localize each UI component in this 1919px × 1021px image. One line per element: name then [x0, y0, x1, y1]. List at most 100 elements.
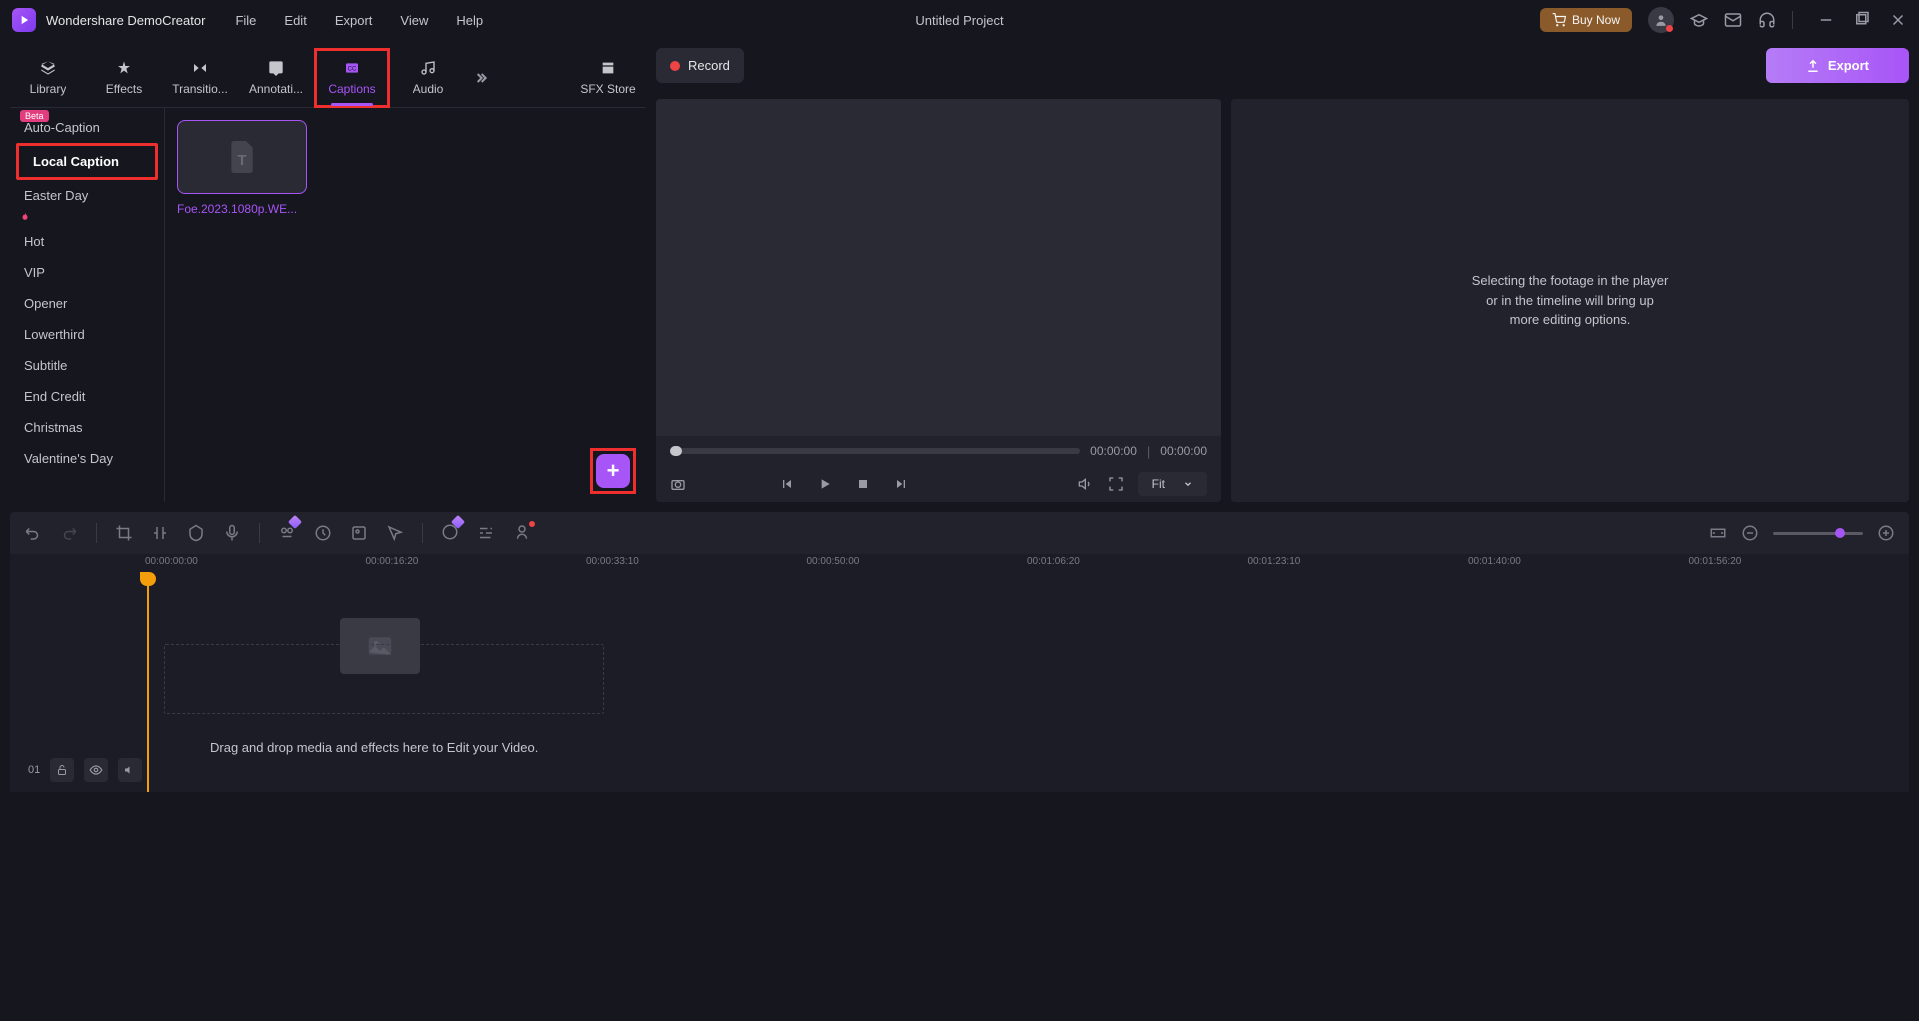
store-icon: [599, 60, 617, 76]
tab-effects[interactable]: Effects: [86, 48, 162, 108]
notification-dot-icon: [529, 521, 535, 527]
menu-view[interactable]: View: [400, 13, 428, 28]
volume-icon[interactable]: [1078, 476, 1094, 492]
mail-icon[interactable]: [1724, 11, 1742, 29]
lane-mute-button[interactable]: [118, 758, 142, 782]
scrub-track[interactable]: [670, 448, 1080, 454]
sidebar-item-christmas[interactable]: Christmas: [10, 412, 164, 443]
minimize-icon[interactable]: [1817, 11, 1835, 29]
chevron-right-double-icon: [473, 70, 489, 86]
unlock-icon: [56, 764, 68, 776]
titlebar: Wondershare DemoCreator File Edit Export…: [0, 0, 1919, 40]
separator: [1792, 11, 1793, 29]
speed-icon[interactable]: [314, 524, 332, 542]
menu-file[interactable]: File: [235, 13, 256, 28]
zoom-out-icon[interactable]: [1741, 524, 1759, 542]
lane-visibility-button[interactable]: [84, 758, 108, 782]
tabs-row: Library Effects Transitio... Annotati...…: [10, 48, 646, 108]
chevron-down-icon: [1183, 479, 1193, 489]
drop-zone[interactable]: [164, 644, 604, 714]
caption-item[interactable]: T: [177, 120, 307, 194]
user-avatar[interactable]: [1648, 7, 1674, 33]
next-frame-icon[interactable]: [893, 476, 909, 492]
tab-library[interactable]: Library: [10, 48, 86, 108]
sidebar-item-valentines[interactable]: Valentine's Day: [10, 443, 164, 474]
time-current: 00:00:00: [1090, 444, 1137, 458]
record-dot-icon: [670, 61, 680, 71]
timeline: 00:00:00:00 00:00:16:20 00:00:33:10 00:0…: [10, 512, 1909, 792]
video-preview: 00:00:00 | 00:00:00: [656, 99, 1221, 502]
timeline-tracks[interactable]: Drag and drop media and effects here to …: [10, 582, 1909, 792]
sidebar-item-opener[interactable]: Opener: [10, 288, 164, 319]
sidebar-item-easter-day[interactable]: Easter Day: [10, 180, 164, 211]
menu-help[interactable]: Help: [456, 13, 483, 28]
sidebar-item-subtitle[interactable]: Subtitle: [10, 350, 164, 381]
prev-frame-icon[interactable]: [779, 476, 795, 492]
app-title: Wondershare DemoCreator: [46, 13, 205, 28]
add-caption-button[interactable]: +: [596, 454, 630, 488]
timeline-ruler[interactable]: 00:00:00:00 00:00:16:20 00:00:33:10 00:0…: [10, 554, 1909, 582]
menu-export[interactable]: Export: [335, 13, 373, 28]
sidebar-item-local-caption[interactable]: Local Caption: [19, 146, 155, 177]
split-icon[interactable]: [151, 524, 169, 542]
menu-edit[interactable]: Edit: [284, 13, 306, 28]
speaker-icon: [124, 764, 136, 776]
fullscreen-icon[interactable]: [1108, 476, 1124, 492]
zoom-handle[interactable]: [1835, 528, 1845, 538]
close-icon[interactable]: [1889, 11, 1907, 29]
freeze-frame-icon[interactable]: [350, 524, 368, 542]
play-icon[interactable]: [817, 476, 833, 492]
tab-more[interactable]: [466, 70, 496, 86]
adjust-icon[interactable]: [477, 524, 495, 542]
tab-audio[interactable]: Audio: [390, 48, 466, 108]
fit-width-icon[interactable]: [1709, 524, 1727, 542]
redo-icon[interactable]: [60, 524, 78, 542]
stop-icon[interactable]: [855, 476, 871, 492]
maximize-icon[interactable]: [1853, 11, 1871, 29]
marker-icon[interactable]: [187, 524, 205, 542]
zoom-in-icon[interactable]: [1877, 524, 1895, 542]
time-total: 00:00:00: [1160, 444, 1207, 458]
tab-annotations[interactable]: Annotati...: [238, 48, 314, 108]
buy-now-button[interactable]: Buy Now: [1540, 8, 1632, 32]
annotations-icon: [267, 60, 285, 76]
inspector-placeholder: Selecting the footage in the player or i…: [1470, 271, 1670, 330]
menubar: File Edit Export View Help: [235, 13, 483, 28]
tab-sfx-store[interactable]: SFX Store: [570, 48, 646, 108]
tab-transitions[interactable]: Transitio...: [162, 48, 238, 108]
caption-grid: T Foe.2023.1080p.WE... +: [165, 108, 646, 502]
left-panel: Library Effects Transitio... Annotati...…: [10, 48, 646, 502]
captions-icon: CC: [343, 60, 361, 76]
lane-number: 01: [28, 764, 40, 776]
sidebar-item-vip[interactable]: VIP: [10, 257, 164, 288]
scrub-handle[interactable]: [670, 446, 682, 456]
export-icon: [1806, 59, 1820, 73]
tab-captions[interactable]: CC Captions: [314, 48, 390, 108]
video-canvas[interactable]: [656, 99, 1221, 436]
lane-lock-button[interactable]: [50, 758, 74, 782]
academy-icon[interactable]: [1690, 11, 1708, 29]
cursor-icon[interactable]: [386, 524, 404, 542]
sidebar-item-hot[interactable]: Hot: [10, 226, 164, 257]
camera-icon[interactable]: [670, 476, 686, 492]
zoom-slider[interactable]: [1773, 532, 1863, 535]
caption-categories-sidebar: Beta Auto-Caption Local Caption Easter D…: [10, 108, 165, 502]
record-button[interactable]: Record: [656, 48, 744, 83]
library-icon: [39, 60, 57, 76]
audio-icon: [419, 60, 437, 76]
drop-hint: Drag and drop media and effects here to …: [210, 740, 538, 755]
playhead[interactable]: [147, 582, 149, 792]
cart-icon: [1552, 13, 1566, 27]
zoom-fit-select[interactable]: Fit: [1138, 472, 1207, 496]
user-icon: [1654, 13, 1668, 27]
sidebar-item-end-credit[interactable]: End Credit: [10, 381, 164, 412]
headset-icon[interactable]: [1758, 11, 1776, 29]
svg-text:T: T: [238, 153, 247, 169]
effects-icon: [115, 60, 133, 76]
crop-icon[interactable]: [115, 524, 133, 542]
export-button[interactable]: Export: [1766, 48, 1909, 83]
project-title: Untitled Project: [915, 13, 1003, 28]
sidebar-item-lowerthird[interactable]: Lowerthird: [10, 319, 164, 350]
mic-icon[interactable]: [223, 524, 241, 542]
undo-icon[interactable]: [24, 524, 42, 542]
